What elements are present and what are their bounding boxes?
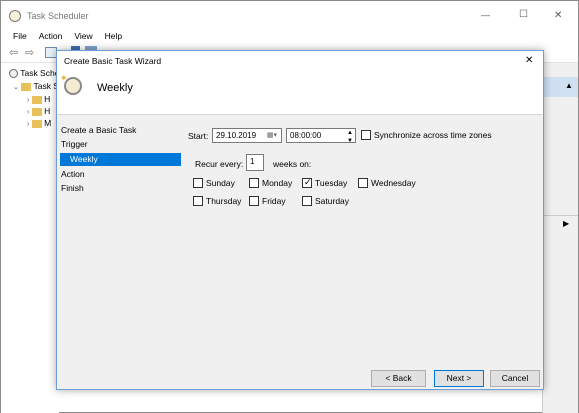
back-arrow-icon[interactable]: ⇦ bbox=[9, 46, 18, 59]
tree-library[interactable]: ⌄ Task S bbox=[13, 80, 59, 92]
clock-icon bbox=[9, 69, 18, 79]
actions-divider bbox=[543, 215, 578, 216]
menu-help[interactable]: Help bbox=[99, 29, 128, 43]
next-button[interactable]: Next > bbox=[434, 370, 484, 387]
dialog-title-bar: Create Basic Task Wizard ✕ bbox=[57, 51, 543, 71]
tree-folder[interactable]: › H bbox=[27, 93, 50, 105]
start-time-value: 08:00:00 bbox=[290, 131, 322, 140]
recur-weeks-input[interactable]: 1 bbox=[246, 154, 264, 171]
chevron-right-icon[interactable]: › bbox=[27, 97, 29, 104]
folder-icon bbox=[31, 107, 42, 116]
tree-folder[interactable]: › M bbox=[27, 117, 51, 129]
sync-timezones-checkbox[interactable] bbox=[361, 130, 371, 140]
chevron-right-icon[interactable]: › bbox=[27, 121, 29, 128]
sunday-label: Sunday bbox=[206, 178, 235, 188]
step-trigger[interactable]: Trigger bbox=[61, 138, 88, 151]
cancel-button[interactable]: Cancel bbox=[490, 370, 540, 387]
expand-arrow-icon[interactable]: ▶ bbox=[563, 219, 569, 228]
window-title: Task Scheduler bbox=[27, 11, 89, 21]
sync-timezones-label: Synchronize across time zones bbox=[374, 130, 492, 140]
menu-file[interactable]: File bbox=[1, 29, 33, 43]
sparkle-icon: ✶ bbox=[60, 73, 68, 83]
dialog-title: Create Basic Task Wizard bbox=[64, 56, 162, 66]
actions-pane: ▲ ▶ bbox=[542, 63, 578, 413]
collapse-arrow-icon[interactable]: ▲ bbox=[565, 81, 573, 90]
wednesday-checkbox[interactable] bbox=[358, 178, 368, 188]
menu-view[interactable]: View bbox=[68, 29, 98, 43]
menu-bar: File Action View Help bbox=[1, 29, 128, 43]
create-basic-task-wizard: Create Basic Task Wizard ✕ ✶ Weekly Crea… bbox=[56, 50, 544, 390]
monday-checkbox[interactable] bbox=[249, 178, 259, 188]
start-label: Start: bbox=[188, 131, 209, 141]
recur-weeks-value: 1 bbox=[250, 157, 255, 166]
tree-root[interactable]: Task Sche bbox=[9, 67, 59, 79]
folder-icon bbox=[31, 119, 42, 128]
minimize-button[interactable]: — bbox=[481, 10, 490, 20]
tuesday-checkbox[interactable]: ✓ bbox=[302, 177, 312, 188]
tree-root-label: Task Sche bbox=[20, 68, 60, 78]
thursday-label: Thursday bbox=[206, 196, 242, 206]
start-date-value: 29.10.2019 bbox=[216, 131, 257, 140]
wednesday-label: Wednesday bbox=[371, 178, 416, 188]
tuesday-label: Tuesday bbox=[315, 178, 348, 188]
recur-label: Recur every: bbox=[195, 159, 244, 169]
step-create-basic-task[interactable]: Create a Basic Task bbox=[61, 124, 136, 137]
menu-action[interactable]: Action bbox=[33, 29, 69, 43]
friday-checkbox[interactable] bbox=[249, 196, 259, 206]
step-action[interactable]: Action bbox=[61, 168, 85, 181]
thursday-checkbox[interactable] bbox=[193, 196, 203, 206]
wizard-page-title: Weekly bbox=[97, 82, 133, 94]
chevron-down-icon[interactable]: ⌄ bbox=[13, 84, 19, 91]
saturday-checkbox[interactable] bbox=[302, 196, 312, 206]
saturday-label: Saturday bbox=[315, 196, 350, 206]
sunday-checkbox[interactable] bbox=[193, 178, 203, 188]
step-finish[interactable]: Finish bbox=[61, 182, 84, 195]
spin-down-icon[interactable]: ▼ bbox=[347, 135, 353, 148]
library-folder-icon bbox=[21, 82, 32, 91]
start-date-picker[interactable]: 29.10.2019 ▦▾ bbox=[212, 128, 282, 143]
wizard-header: ✶ Weekly bbox=[57, 71, 543, 115]
calendar-dropdown-icon[interactable]: ▦▾ bbox=[267, 129, 277, 142]
forward-arrow-icon[interactable]: ⇨ bbox=[25, 46, 34, 59]
weeks-on-label: weeks on: bbox=[273, 159, 312, 169]
start-time-field[interactable]: 08:00:00 ▲ ▼ bbox=[286, 128, 356, 144]
back-button[interactable]: < Back bbox=[371, 370, 426, 387]
tree-folder-label: H bbox=[44, 106, 51, 116]
title-bar: Task Scheduler — ☐ ✕ bbox=[1, 1, 578, 31]
step-weekly-selected[interactable]: Weekly bbox=[60, 153, 181, 166]
step-weekly-label: Weekly bbox=[70, 154, 98, 164]
dialog-close-button[interactable]: ✕ bbox=[525, 55, 533, 66]
clock-app-icon bbox=[9, 10, 21, 22]
monday-label: Monday bbox=[262, 178, 293, 188]
tree-folder-label: M bbox=[44, 118, 52, 128]
checkmark-icon: ✓ bbox=[304, 177, 312, 187]
close-button[interactable]: ✕ bbox=[554, 10, 562, 21]
friday-label: Friday bbox=[262, 196, 286, 206]
chevron-right-icon[interactable]: › bbox=[27, 109, 29, 116]
tree-folder-label: H bbox=[44, 94, 51, 104]
maximize-button[interactable]: ☐ bbox=[519, 9, 528, 20]
folder-icon bbox=[31, 95, 42, 104]
tree-folder[interactable]: › H bbox=[27, 105, 50, 117]
console-tree: Task Sche ⌄ Task S › H › H › M bbox=[1, 63, 59, 413]
